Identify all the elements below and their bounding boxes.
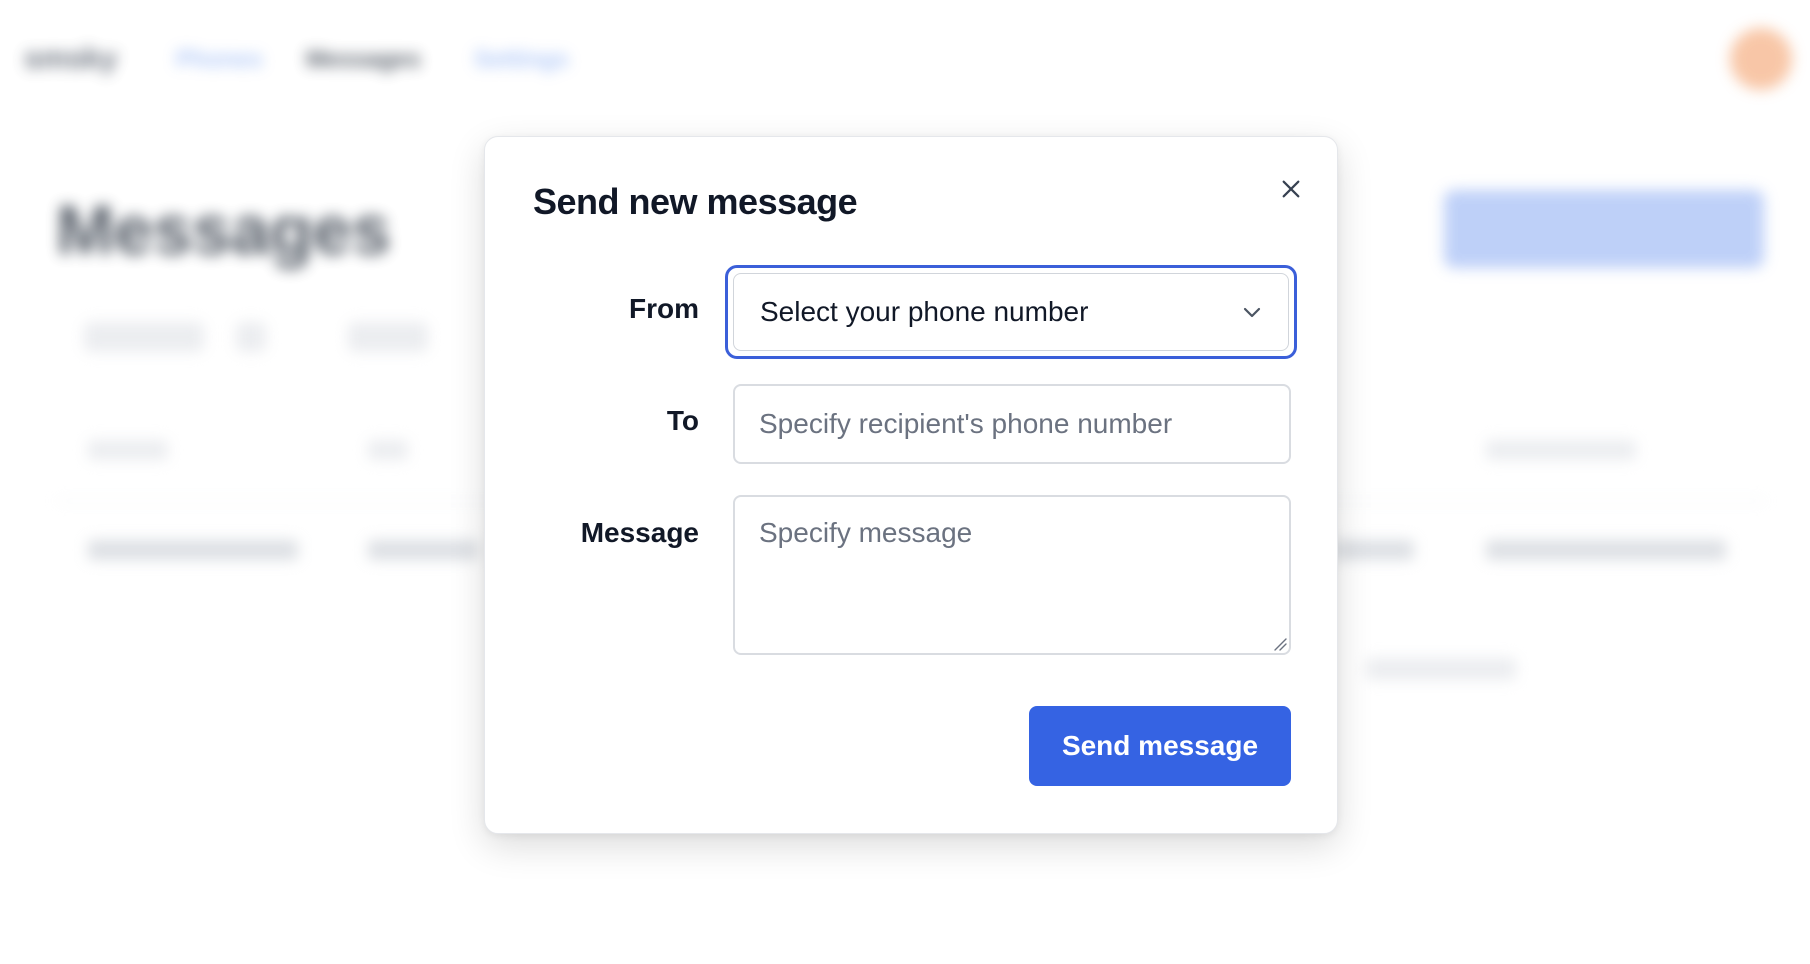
table-header-from bbox=[88, 440, 168, 460]
from-select-value: Select your phone number bbox=[760, 296, 1089, 327]
filter-from-toggle bbox=[236, 322, 266, 352]
table-cell bbox=[1334, 540, 1414, 560]
brand-logo: smsky bbox=[24, 42, 118, 75]
table-cell bbox=[1486, 540, 1726, 560]
page-title: Messages bbox=[56, 191, 391, 269]
table-header-created bbox=[1486, 440, 1636, 460]
table-cell bbox=[88, 540, 298, 560]
table-header-to bbox=[368, 440, 408, 460]
to-label: To bbox=[666, 405, 699, 436]
close-button[interactable] bbox=[1271, 171, 1311, 211]
nav-item-phones: Phones bbox=[176, 46, 263, 73]
chevron-down-icon bbox=[1240, 300, 1264, 324]
from-label: From bbox=[629, 293, 699, 324]
pagination bbox=[1366, 658, 1516, 680]
filter-from bbox=[84, 322, 204, 352]
nav-item-settings: Settings bbox=[474, 46, 569, 73]
message-label: Message bbox=[580, 517, 699, 548]
close-icon bbox=[1280, 178, 1302, 205]
send-message-dialog: Send new message From Select your phone … bbox=[484, 136, 1338, 834]
from-select[interactable]: Select your phone number bbox=[733, 273, 1289, 351]
table-cell bbox=[368, 540, 478, 560]
background-send-button bbox=[1444, 190, 1764, 268]
from-select-focus-ring: Select your phone number bbox=[725, 265, 1297, 359]
nav-item-messages: Messages bbox=[306, 46, 421, 73]
message-textarea[interactable] bbox=[733, 495, 1291, 655]
send-message-button[interactable]: Send message bbox=[1029, 706, 1291, 786]
dialog-title: Send new message bbox=[533, 181, 858, 222]
to-phone-input[interactable] bbox=[733, 384, 1291, 464]
filter-to bbox=[348, 322, 428, 352]
avatar bbox=[1730, 28, 1792, 90]
resize-handle-icon[interactable] bbox=[1273, 637, 1287, 651]
